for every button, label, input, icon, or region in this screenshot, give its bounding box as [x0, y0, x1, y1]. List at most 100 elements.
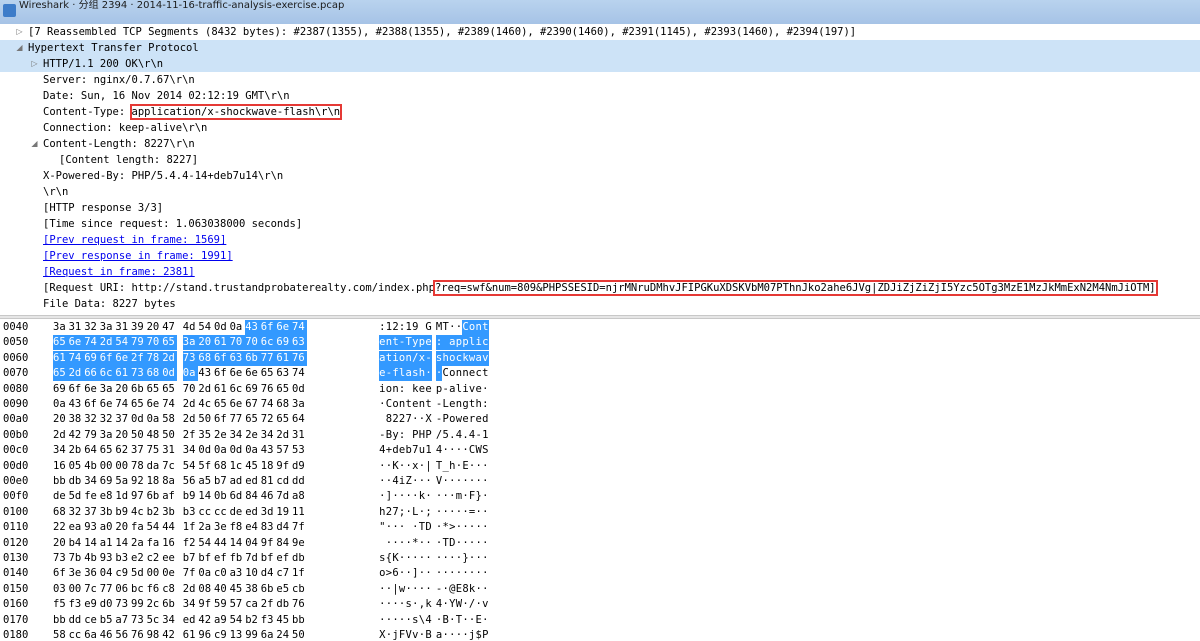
hex-byte[interactable]: 77: [260, 350, 277, 366]
tree-row-link[interactable]: [Request in frame: 2381]: [43, 264, 195, 280]
ascii-char[interactable]: ·: [392, 489, 399, 504]
ascii-char[interactable]: u: [419, 443, 426, 458]
ascii-char[interactable]: ·: [405, 551, 412, 566]
hex-byte[interactable]: e4: [245, 520, 260, 535]
ascii-char[interactable]: Y: [449, 597, 456, 612]
hex-byte[interactable]: cb: [292, 582, 307, 597]
hex-byte[interactable]: 34: [230, 428, 245, 443]
ascii-char[interactable]: a: [449, 335, 456, 351]
ascii-char[interactable]: e: [419, 382, 426, 397]
ascii-char[interactable]: ·: [419, 536, 426, 551]
hex-byte[interactable]: 1c: [230, 459, 245, 474]
hex-byte[interactable]: 2f: [183, 428, 198, 443]
hex-row[interactable]: 0060 61 74 69 6f 6e 2f 78 2d 73 68 6f 63 6b 77 61 76 a t i o…: [0, 350, 1200, 366]
hex-byte[interactable]: 04: [100, 566, 115, 581]
ascii-char[interactable]: F: [399, 628, 406, 641]
hex-byte[interactable]: db: [69, 474, 84, 489]
hex-byte[interactable]: 50: [198, 412, 213, 427]
ascii-char[interactable]: ·: [462, 520, 469, 535]
hex-byte[interactable]: 31: [292, 428, 307, 443]
ascii-char[interactable]: ·: [425, 366, 432, 382]
ascii-char[interactable]: ·: [449, 474, 456, 489]
tree-row[interactable]: X-Powered-By: PHP/5.4.4-14+deb7u14\r\n: [0, 168, 1200, 184]
hex-row[interactable]: 0170 bb dd ce b5 a7 73 5c 34 ed 42 a9 54 b2 f3 45 bb · · · ·…: [0, 613, 1200, 628]
ascii-char[interactable]: ·: [386, 474, 393, 489]
ascii-char[interactable]: h: [442, 350, 449, 366]
ascii-char[interactable]: ·: [419, 566, 426, 581]
ascii-char[interactable]: ·: [386, 536, 393, 551]
hex-byte[interactable]: 6b: [261, 582, 276, 597]
hex-byte[interactable]: 68: [214, 459, 229, 474]
hex-byte[interactable]: 74: [292, 366, 307, 381]
ascii-char[interactable]: 4: [425, 613, 432, 628]
hex-byte[interactable]: ea: [69, 520, 84, 535]
ascii-char[interactable]: ·: [386, 613, 393, 628]
hex-byte[interactable]: 20: [115, 428, 130, 443]
hex-byte[interactable]: 6a: [261, 628, 276, 641]
ascii-char[interactable]: n: [456, 397, 463, 412]
hex-byte[interactable]: 6f: [214, 350, 231, 366]
hex-byte[interactable]: 69: [53, 382, 68, 397]
hex-byte[interactable]: 6e: [230, 397, 245, 412]
hex-row[interactable]: 00c0 34 2b 64 65 62 37 75 31 34 0d 0a 0d 0a 43 57 53 4 + d e…: [0, 443, 1200, 458]
hex-byte[interactable]: 6e: [115, 350, 132, 366]
ascii-char[interactable]: ·: [449, 628, 456, 641]
hex-byte[interactable]: 75: [147, 443, 162, 458]
ascii-char[interactable]: ·: [412, 551, 419, 566]
hex-byte[interactable]: 37: [84, 505, 99, 520]
ascii-char[interactable]: ·: [482, 582, 489, 597]
hex-byte[interactable]: 00: [147, 566, 162, 581]
hex-row[interactable]: 0140 6f 3e 36 04 c9 5d 00 0e 7f 0a c0 a3 10 d4 c7 1f o >6 ·…: [0, 566, 1200, 581]
hex-byte[interactable]: d4: [261, 566, 276, 581]
hex-byte[interactable]: 54: [198, 536, 213, 551]
ascii-char[interactable]: ·: [482, 536, 489, 551]
ascii-char[interactable]: ·: [469, 551, 476, 566]
ascii-char[interactable]: ·: [442, 551, 449, 566]
ascii-char[interactable]: 5: [442, 428, 449, 443]
ascii-char[interactable]: C: [462, 320, 469, 335]
ascii-char[interactable]: \: [419, 613, 426, 628]
hex-byte[interactable]: db: [276, 597, 291, 612]
ascii-char[interactable]: 4: [436, 597, 443, 612]
ascii-char[interactable]: [379, 536, 386, 551]
ascii-char[interactable]: P: [442, 412, 449, 427]
hex-byte[interactable]: 74: [84, 335, 101, 351]
ascii-char[interactable]: n: [392, 382, 399, 397]
hex-byte[interactable]: 65: [276, 412, 291, 427]
ascii-char[interactable]: :: [399, 382, 406, 397]
collapse-arrow-icon[interactable]: ◢: [15, 40, 24, 56]
hex-byte[interactable]: 9f: [198, 597, 213, 612]
hex-byte[interactable]: 31: [162, 443, 177, 458]
ascii-char[interactable]: ·: [475, 551, 482, 566]
ascii-char[interactable]: e: [475, 412, 482, 427]
hex-row[interactable]: 00b0 2d 42 79 3a 20 50 48 50 2f 35 2e 34 2e 34 2d 31- By:…: [0, 428, 1200, 443]
ascii-char[interactable]: 2: [386, 505, 393, 520]
ascii-char[interactable]: h: [449, 459, 456, 474]
hex-byte[interactable]: 54: [183, 459, 198, 474]
hex-byte[interactable]: 7f: [292, 520, 307, 535]
tree-row-link[interactable]: [Prev request in frame: 1569]: [43, 232, 226, 248]
ascii-char[interactable]: /: [469, 597, 476, 612]
hex-byte[interactable]: a7: [115, 613, 130, 628]
hex-byte[interactable]: 34: [84, 474, 99, 489]
ascii-char[interactable]: n: [405, 350, 412, 366]
ascii-char[interactable]: t: [425, 397, 432, 412]
ascii-char[interactable]: v: [469, 382, 476, 397]
ascii-char[interactable]: 9: [412, 320, 419, 335]
hex-byte[interactable]: 3e: [69, 566, 84, 581]
ascii-char[interactable]: ": [379, 520, 386, 535]
ascii-char[interactable]: +: [386, 443, 393, 458]
ascii-char[interactable]: e: [412, 397, 419, 412]
ascii-char[interactable]: ·: [405, 505, 412, 520]
hex-byte[interactable]: c9: [214, 628, 229, 641]
hex-byte[interactable]: 6e: [68, 335, 85, 351]
hex-byte[interactable]: 3a: [100, 320, 115, 335]
ascii-char[interactable]: a: [405, 366, 412, 382]
hex-byte[interactable]: 8a: [162, 474, 177, 489]
hex-byte[interactable]: 24: [276, 628, 291, 641]
ascii-char[interactable]: d: [482, 412, 489, 427]
hex-byte[interactable]: 57: [276, 443, 291, 458]
hex-byte[interactable]: 2d: [68, 366, 85, 382]
hex-byte[interactable]: 70: [245, 335, 262, 351]
expand-arrow-icon[interactable]: ▷: [15, 24, 24, 40]
